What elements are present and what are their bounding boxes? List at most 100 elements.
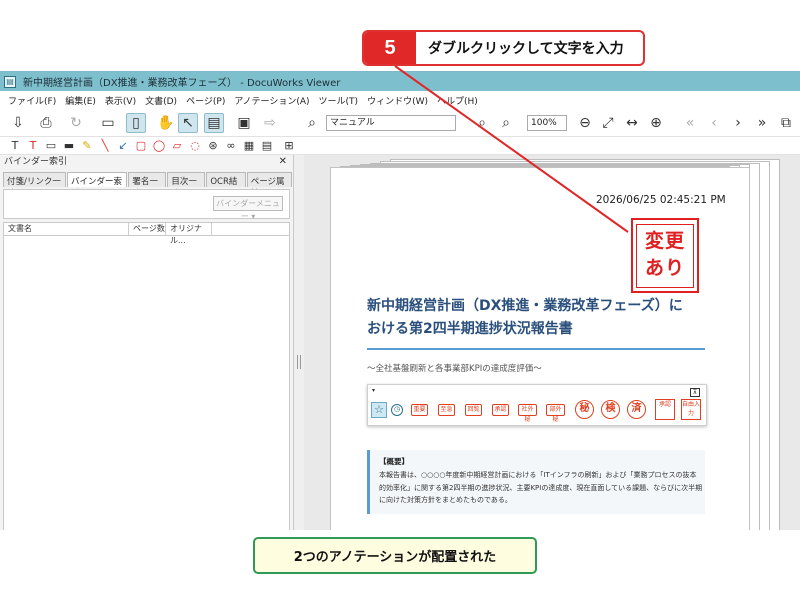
step-instruction: ダブルクリックして文字を入力 bbox=[428, 41, 624, 57]
tab-signatures[interactable]: 署名一覧 bbox=[128, 172, 167, 199]
tab-ocr[interactable]: OCR結果 bbox=[206, 172, 246, 199]
menu-page[interactable]: ページ(P) bbox=[186, 94, 225, 107]
column-doc-name[interactable]: 文書名 bbox=[4, 223, 129, 235]
panel-splitter[interactable] bbox=[294, 155, 304, 530]
document-title: 新中期経営計画（DX推進・業務改革フェーズ）に おける第2四半期進捗状況報告書 bbox=[367, 295, 717, 341]
tab-toc[interactable]: 目次一覧 bbox=[167, 172, 206, 199]
insert-icon[interactable]: ⊞ bbox=[282, 139, 296, 153]
stamp-approve[interactable]: 承認 bbox=[492, 404, 509, 416]
change-stamp-annotation[interactable]: 変更 あり bbox=[631, 218, 699, 293]
menu-bar: ファイル(F) 編集(E) 表示(V) 文書(D) ページ(P) アノテーション… bbox=[0, 91, 800, 109]
zoom-out-icon[interactable]: ⊖ bbox=[575, 113, 595, 133]
sticky-note-icon[interactable]: ▭ bbox=[44, 139, 58, 153]
annotation-toolbar-icon[interactable]: ▣ bbox=[234, 113, 254, 133]
binder-bar: バインダーメニュー ▾ bbox=[3, 189, 290, 221]
stamp-external-confidential[interactable]: 社外秘 bbox=[518, 404, 537, 423]
column-original[interactable]: オリジナル... bbox=[166, 223, 212, 245]
palette-dropdown-icon[interactable]: ▾ bbox=[372, 387, 375, 394]
date-stamp-icon[interactable]: ▤ bbox=[260, 139, 274, 153]
red-text-icon[interactable]: T bbox=[26, 139, 40, 153]
single-page-view-icon[interactable]: ▭ bbox=[98, 113, 118, 133]
result-callout: 2つのアノテーションが配置された bbox=[253, 537, 537, 574]
rotate-icon[interactable]: ↻ bbox=[66, 113, 86, 133]
stamp-line-1: 変更 bbox=[644, 229, 685, 252]
stamp-secret[interactable]: 秘 bbox=[575, 400, 594, 419]
import-icon[interactable]: ⇩ bbox=[8, 113, 28, 133]
stamp-inspected[interactable]: 検 bbox=[601, 400, 620, 419]
annotation-mode-icon[interactable]: ▤ bbox=[204, 113, 224, 133]
print-icon[interactable]: ⎙ bbox=[36, 113, 56, 133]
find-next-icon[interactable]: ⌕ bbox=[496, 113, 516, 133]
text-icon[interactable]: T bbox=[8, 139, 22, 153]
column-page-count[interactable]: ページ数 bbox=[129, 223, 166, 235]
app-icon: ▤ bbox=[4, 75, 16, 88]
zoom-out-search-icon[interactable]: ⌕ bbox=[472, 113, 492, 133]
splitter-grip[interactable] bbox=[297, 355, 301, 369]
page-mode-icon[interactable]: ▯ bbox=[126, 113, 146, 133]
image-icon[interactable]: ▦ bbox=[242, 139, 256, 153]
arrow-icon[interactable]: ↙ bbox=[116, 139, 130, 153]
freehand-icon[interactable]: ◌ bbox=[188, 139, 202, 153]
list-header: 文書名 ページ数 オリジナル... bbox=[3, 222, 290, 245]
menu-tools[interactable]: ツール(T) bbox=[319, 94, 359, 107]
title-bar: ▤ 新中期経営計画（DX推進・業務改革フェーズ） - DocuWorks Vie… bbox=[0, 72, 800, 91]
page-list-icon[interactable]: ⧉ bbox=[776, 113, 796, 133]
summary-heading: 【概要】 bbox=[379, 457, 409, 466]
step-callout: 5 ダブルクリックして文字を入力 bbox=[362, 30, 645, 66]
stamp-approve-box[interactable]: 承認 bbox=[655, 399, 675, 420]
document-page[interactable]: 2026/06/25 02:45:21 PM 変更 あり 新中期経営計画（DX推… bbox=[330, 167, 750, 530]
tab-binder-index[interactable]: バインダー索引 bbox=[66, 172, 128, 199]
next-page-icon[interactable]: › bbox=[728, 113, 748, 133]
search-input[interactable]: マニュアル bbox=[326, 115, 456, 131]
binder-menu-button[interactable]: バインダーメニュー ▾ bbox=[213, 196, 283, 221]
hand-tool-icon[interactable]: ✋ bbox=[156, 113, 176, 133]
stamp-done[interactable]: 済 bbox=[627, 400, 646, 419]
menu-edit[interactable]: 編集(E) bbox=[65, 94, 96, 107]
docuworks-viewer-window: ▤ 新中期経営計画（DX推進・業務改革フェーズ） - DocuWorks Vie… bbox=[0, 71, 800, 530]
search-icon[interactable]: ⌕ bbox=[302, 113, 322, 133]
panel-tabs: 付箋/リンク一覧 バインダー索引 署名一覧 目次一覧 OCR結果 ページ属性 bbox=[0, 172, 293, 199]
close-icon[interactable]: ✕ bbox=[279, 155, 287, 169]
document-view[interactable]: 2026/06/25 02:45:21 PM 変更 あり 新中期経営計画（DX推… bbox=[304, 155, 800, 530]
select-tool-icon[interactable]: ↖ bbox=[178, 113, 198, 133]
fit-width-icon[interactable]: ↔ bbox=[622, 113, 642, 133]
stamp-urgent[interactable]: 至急 bbox=[438, 404, 455, 416]
recent-clock-icon[interactable]: ◷ bbox=[391, 404, 403, 416]
fit-page-icon[interactable]: ⤢ bbox=[598, 113, 618, 133]
stamp-internal-confidential[interactable]: 部外秘 bbox=[546, 404, 565, 423]
favorites-star-icon[interactable]: ☆ bbox=[371, 402, 387, 418]
highlight-icon[interactable]: ▬ bbox=[62, 139, 76, 153]
link-icon[interactable]: ∞ bbox=[224, 139, 238, 153]
tab-sticky-links[interactable]: 付箋/リンク一覧 bbox=[3, 172, 66, 199]
stamp-circulate[interactable]: 回覧 bbox=[465, 404, 482, 416]
tab-page-attributes[interactable]: ページ属性 bbox=[246, 172, 292, 199]
document-subtitle: 〜全社基盤刷新と各事業部KPIの達成度評価〜 bbox=[367, 364, 542, 374]
stamp-text: 変更 あり bbox=[636, 223, 694, 288]
pin-icon[interactable]: ⊼ bbox=[690, 388, 700, 397]
menu-document[interactable]: 文書(D) bbox=[145, 94, 177, 107]
zoom-select[interactable]: 100% bbox=[527, 115, 567, 131]
panel-title: バインダー索引 ✕ bbox=[0, 155, 293, 169]
document-list[interactable] bbox=[3, 236, 290, 530]
stamp-free-input[interactable]: 自由入力 bbox=[681, 399, 701, 420]
binder-menu-label: バインダーメニュー bbox=[216, 199, 280, 221]
stamp-icon[interactable]: ⊛ bbox=[206, 139, 220, 153]
marker-icon[interactable]: ✎ bbox=[80, 139, 94, 153]
line-icon[interactable]: ╲ bbox=[98, 139, 112, 153]
menu-window[interactable]: ウィンドウ(W) bbox=[367, 94, 428, 107]
ellipse-icon[interactable]: ◯ bbox=[152, 139, 166, 153]
menu-file[interactable]: ファイル(F) bbox=[8, 94, 56, 107]
first-page-icon[interactable]: « bbox=[680, 113, 700, 133]
zoom-in-icon[interactable]: ⊕ bbox=[646, 113, 666, 133]
menu-annotation[interactable]: アノテーション(A) bbox=[234, 94, 309, 107]
menu-help[interactable]: ヘルプ(H) bbox=[437, 94, 478, 107]
menu-view[interactable]: 表示(V) bbox=[105, 94, 136, 107]
annotation-toolbar: T T ▭ ▬ ✎ ╲ ↙ ▢ ◯ ▱ ◌ ⊛ ∞ ▦ ▤ ⊞ bbox=[0, 137, 800, 155]
rectangle-icon[interactable]: ▢ bbox=[134, 139, 148, 153]
polygon-icon[interactable]: ▱ bbox=[170, 139, 184, 153]
stamp-important[interactable]: 重要 bbox=[411, 404, 428, 416]
last-page-icon[interactable]: » bbox=[752, 113, 772, 133]
date-annotation[interactable]: 2026/06/25 02:45:21 PM bbox=[596, 194, 726, 206]
prev-page-icon[interactable]: ‹ bbox=[704, 113, 724, 133]
export-icon[interactable]: ⇨ bbox=[260, 113, 280, 133]
